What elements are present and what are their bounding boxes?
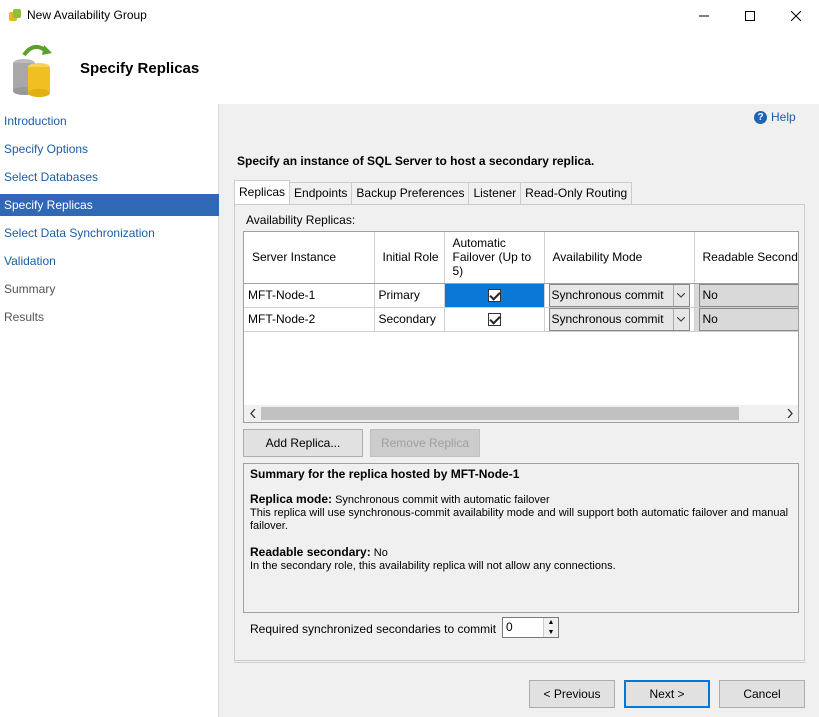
readable-secondary-label: Readable secondary:	[250, 545, 371, 559]
scroll-right-icon[interactable]	[781, 405, 798, 422]
tab-replicas[interactable]: Replicas	[234, 180, 291, 204]
cancel-button[interactable]: Cancel	[719, 680, 805, 708]
replica-mode-value: Synchronous commit with automatic failov…	[335, 494, 550, 506]
replica-mode-description: This replica will use synchronous-commit…	[250, 507, 789, 532]
availability-mode-dropdown[interactable]: Synchronous commit	[548, 283, 690, 306]
previous-button[interactable]: < Previous	[529, 680, 615, 708]
nav-item-results: Results	[4, 310, 45, 324]
nav-item-select-databases[interactable]: Select Databases	[0, 166, 219, 188]
nav-item-specify-replicas[interactable]: Specify Replicas	[0, 194, 219, 216]
availability-mode-value: Synchronous commit	[551, 311, 664, 326]
availability-replicas-label: Availability Replicas:	[246, 213, 356, 227]
column-header-availability-mode[interactable]: Availability Mode	[544, 232, 695, 284]
title-bar: New Availability Group	[0, 0, 819, 31]
help-icon: ?	[754, 110, 767, 124]
automatic-failover-checkbox[interactable]	[487, 289, 501, 303]
readable-secondary-summary-value: No	[373, 547, 388, 559]
minimize-icon	[699, 15, 709, 16]
replica-summary-panel: Summary for the replica hosted by MFT-No…	[243, 463, 799, 613]
column-header-initial-role[interactable]: Initial Role	[374, 232, 445, 284]
table-row[interactable]: MFT-Node-1 Primary Synchronous commit No	[244, 283, 798, 308]
close-icon	[791, 10, 801, 21]
remove-replica-button: Remove Replica	[370, 429, 480, 457]
readable-secondary-value: No	[698, 283, 798, 306]
availability-mode-value: Synchronous commit	[551, 287, 664, 302]
automatic-failover-cell[interactable]	[444, 307, 545, 332]
availability-mode-cell[interactable]: Synchronous commit	[544, 307, 695, 332]
app-icon	[9, 9, 21, 21]
nav-item-specify-options[interactable]: Specify Options	[0, 138, 219, 160]
replicas-tab-panel: Availability Replicas: Server Instance I…	[234, 204, 805, 661]
instruction-text: Specify an instance of SQL Server to hos…	[237, 154, 595, 168]
readable-secondary-description: In the secondary role, this availability…	[250, 560, 616, 572]
spin-down-icon[interactable]: ▼	[544, 627, 558, 637]
chevron-down-icon[interactable]	[672, 308, 689, 330]
database-replica-icon	[13, 44, 52, 97]
chevron-down-icon[interactable]	[672, 284, 689, 306]
nav-item-summary: Summary	[4, 282, 56, 296]
initial-role-cell: Primary	[374, 283, 445, 308]
required-sync-label: Required synchronized secondaries to com…	[250, 622, 497, 636]
column-header-automatic-failover[interactable]: Automatic Failover (Up to 5)	[444, 232, 545, 284]
wizard-header: Specify Replicas	[0, 31, 819, 104]
server-instance-cell[interactable]: MFT-Node-1	[244, 283, 375, 308]
wizard-nav: Introduction Specify Options Select Data…	[0, 104, 219, 717]
column-header-server-instance[interactable]: Server Instance	[244, 232, 375, 284]
availability-mode-cell[interactable]: Synchronous commit	[544, 283, 695, 308]
initial-role-cell: Secondary	[374, 307, 445, 332]
server-instance-cell[interactable]: MFT-Node-2	[244, 307, 375, 332]
maximize-button[interactable]	[727, 0, 773, 31]
page-title: Specify Replicas	[80, 60, 200, 77]
readable-secondary-cell[interactable]: No	[694, 283, 798, 308]
automatic-failover-cell[interactable]	[444, 283, 545, 308]
scroll-left-icon[interactable]	[244, 405, 261, 422]
spin-up-icon[interactable]: ▲	[544, 618, 558, 628]
tab-endpoints[interactable]: Endpoints	[289, 182, 353, 204]
help-label: Help	[771, 110, 796, 124]
scrollbar-thumb[interactable]	[261, 407, 739, 420]
availability-mode-dropdown[interactable]: Synchronous commit	[548, 307, 690, 330]
content-panel: ? Help Specify an instance of SQL Server…	[222, 104, 819, 717]
replica-mode-label: Replica mode:	[250, 492, 333, 506]
horizontal-scrollbar[interactable]	[244, 405, 798, 422]
help-link[interactable]: ? Help	[754, 110, 796, 124]
minimize-button[interactable]	[681, 0, 727, 31]
close-button[interactable]	[773, 0, 819, 31]
footer-divider	[234, 662, 806, 663]
required-sync-stepper[interactable]: 0 ▲ ▼	[502, 617, 559, 638]
readable-secondary-cell[interactable]: No	[694, 307, 798, 332]
window-title: New Availability Group	[27, 8, 147, 22]
required-sync-value[interactable]: 0	[503, 618, 543, 637]
column-header-readable-secondary[interactable]: Readable Secondary	[694, 232, 798, 284]
nav-item-validation[interactable]: Validation	[0, 250, 219, 272]
tab-listener[interactable]: Listener	[468, 182, 522, 204]
table-row[interactable]: MFT-Node-2 Secondary Synchronous commit …	[244, 307, 798, 332]
maximize-icon	[745, 10, 755, 21]
next-button[interactable]: Next >	[624, 680, 710, 708]
tab-read-only-routing[interactable]: Read-Only Routing	[520, 182, 633, 204]
scrollbar-track[interactable]	[261, 407, 781, 420]
replicas-grid[interactable]: Server Instance Initial Role Automatic F…	[243, 231, 799, 423]
tab-strip: Replicas Endpoints Backup Preferences Li…	[234, 180, 633, 204]
summary-heading: Summary for the replica hosted by MFT-No…	[250, 467, 520, 481]
readable-secondary-value: No	[698, 307, 798, 330]
nav-item-introduction[interactable]: Introduction	[0, 110, 219, 132]
automatic-failover-checkbox[interactable]	[487, 313, 501, 327]
tab-backup-preferences[interactable]: Backup Preferences	[351, 182, 470, 204]
add-replica-button[interactable]: Add Replica...	[243, 429, 363, 457]
nav-item-select-data-synchronization[interactable]: Select Data Synchronization	[0, 222, 219, 244]
